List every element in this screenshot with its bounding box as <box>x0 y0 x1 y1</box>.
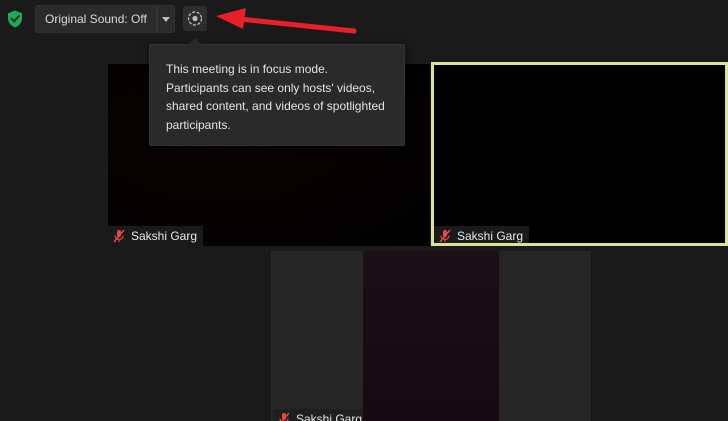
mic-muted-icon <box>113 229 125 243</box>
participant-name-tag: Sakshi Garg <box>434 226 530 243</box>
focus-mode-icon <box>187 11 203 26</box>
video-tile-active-speaker[interactable]: Sakshi Garg <box>431 62 728 246</box>
participant-name: Sakshi Garg <box>131 229 198 243</box>
original-sound-dropdown[interactable] <box>157 5 175 33</box>
focus-mode-button[interactable] <box>183 6 207 31</box>
video-tile-bottom-left[interactable]: Sakshi Garg <box>271 251 369 421</box>
participant-name: Sakshi Garg <box>296 412 363 421</box>
focus-mode-tooltip: This meeting is in focus mode. Participa… <box>149 38 405 146</box>
participant-name-tag: Sakshi Garg <box>273 409 369 421</box>
participant-name: Sakshi Garg <box>457 229 524 243</box>
shield-check-icon[interactable] <box>7 10 23 28</box>
video-tile-bottom-right[interactable] <box>499 251 591 421</box>
original-sound-button[interactable]: Original Sound: Off <box>35 5 157 33</box>
mic-muted-icon <box>279 412 290 421</box>
focus-mode-tooltip-text: This meeting is in focus mode. Participa… <box>166 62 385 132</box>
meeting-top-bar: Original Sound: Off <box>0 0 728 38</box>
mic-muted-icon <box>439 229 451 243</box>
video-tile-bottom-center[interactable] <box>363 251 499 421</box>
annotation-arrow <box>216 8 357 34</box>
participant-name-tag: Sakshi Garg <box>108 226 204 246</box>
